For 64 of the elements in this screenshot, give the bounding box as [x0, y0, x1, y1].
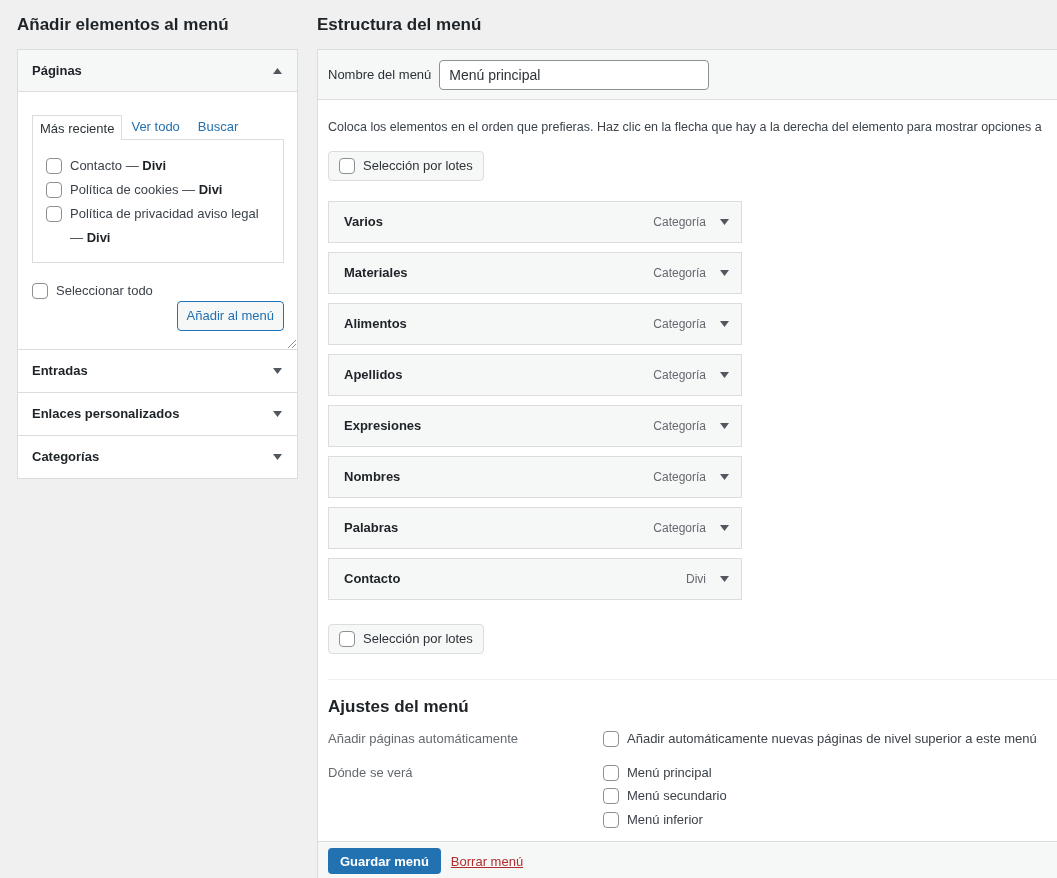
menu-item-bar[interactable]: Apellidos Categoría — [328, 353, 742, 396]
menu-item-bar[interactable]: Materiales Categoría — [328, 251, 742, 294]
option-label: Añadir automáticamente nuevas páginas de nivel superior a este menú — [627, 730, 1037, 749]
checkbox[interactable] — [46, 206, 62, 222]
option-label: Menú inferior — [627, 810, 703, 829]
menu-name-label: Nombre del menú — [328, 65, 432, 84]
option-label: Menú secundario — [627, 787, 727, 806]
expand-arrow-icon[interactable] — [720, 575, 729, 582]
checkbox[interactable] — [603, 731, 619, 747]
save-menu-button[interactable]: Guardar menú — [328, 848, 441, 875]
delete-menu-link[interactable]: Borrar menú — [450, 851, 524, 871]
page-option-label: Contacto — Divi — [70, 157, 168, 175]
checkbox[interactable] — [46, 158, 62, 174]
expand-arrow-icon[interactable] — [720, 524, 729, 531]
page-option-label: Política de cookies — Divi — [70, 181, 224, 199]
panel-heading: Añadir elementos al menú — [17, 14, 230, 36]
menu-item-type: Categoría — [653, 366, 706, 384]
checkbox[interactable] — [32, 282, 48, 299]
checkbox[interactable] — [46, 182, 62, 198]
checkbox[interactable] — [603, 811, 619, 828]
expand-arrow-icon[interactable] — [720, 269, 729, 276]
menu-item-type: Divi — [686, 570, 706, 588]
select-all-label: Seleccionar todo — [56, 282, 153, 300]
page-option-label: Política de privacidad aviso legal — Divi — [70, 205, 260, 247]
settings-heading: Ajustes del menú — [328, 695, 470, 718]
menu-item-bar[interactable]: Contacto Divi — [328, 557, 742, 600]
menu-item-bar[interactable]: Expresiones Categoría — [328, 404, 742, 447]
menu-item-type: Categoría — [653, 213, 706, 231]
expand-arrow-icon[interactable] — [273, 410, 282, 417]
checkbox[interactable] — [339, 630, 355, 647]
expand-arrow-icon[interactable] — [720, 422, 729, 429]
tab[interactable]: Más reciente — [32, 115, 123, 140]
collapse-arrow-icon[interactable] — [273, 67, 282, 74]
menu-item-bar[interactable]: Palabras Categoría — [328, 506, 742, 549]
bulk-select-control[interactable]: Selección por lotes — [328, 150, 484, 181]
add-to-menu-button[interactable]: Añadir al menú — [176, 300, 284, 331]
accordion-header[interactable]: Páginas — [18, 50, 297, 92]
menu-item-type: Categoría — [653, 315, 706, 333]
menu-item-bar[interactable]: Nombres Categoría — [328, 455, 742, 498]
panel-heading: Estructura del menú — [317, 14, 483, 36]
expand-arrow-icon[interactable] — [273, 367, 282, 374]
menu-item-bar[interactable]: Varios Categoría — [328, 200, 742, 243]
resize-handle-icon[interactable] — [288, 339, 296, 348]
menu-name-field[interactable]: Menú principal — [439, 59, 710, 90]
checkbox[interactable] — [603, 764, 619, 781]
tab[interactable]: Ver todo — [122, 114, 189, 139]
expand-arrow-icon[interactable] — [720, 320, 729, 327]
menu-item-type: Categoría — [653, 264, 706, 282]
checkbox[interactable] — [339, 157, 355, 174]
option-label: Menú principal — [627, 763, 712, 782]
tab[interactable]: Buscar — [188, 114, 248, 139]
expand-arrow-icon[interactable] — [720, 473, 729, 480]
setting-label: Dónde se verá — [328, 763, 414, 782]
expand-arrow-icon[interactable] — [720, 371, 729, 378]
setting-label: Añadir páginas automáticamente — [328, 730, 520, 749]
menu-item-bar[interactable]: Alimentos Categoría — [328, 302, 742, 345]
menu-item-type: Categoría — [653, 417, 706, 435]
expand-arrow-icon[interactable] — [720, 218, 729, 225]
menu-item-type: Categoría — [653, 519, 706, 537]
menu-item-type: Categoría — [653, 468, 706, 486]
bulk-select-control[interactable]: Selección por lotes — [328, 623, 484, 654]
expand-arrow-icon[interactable] — [273, 453, 282, 460]
checkbox[interactable] — [603, 788, 619, 804]
instructions-text: Coloca los elementos en el orden que prefieras. Haz clic en la flecha que hay a la derecha del elemento para mostrar opciones a — [328, 119, 1043, 136]
